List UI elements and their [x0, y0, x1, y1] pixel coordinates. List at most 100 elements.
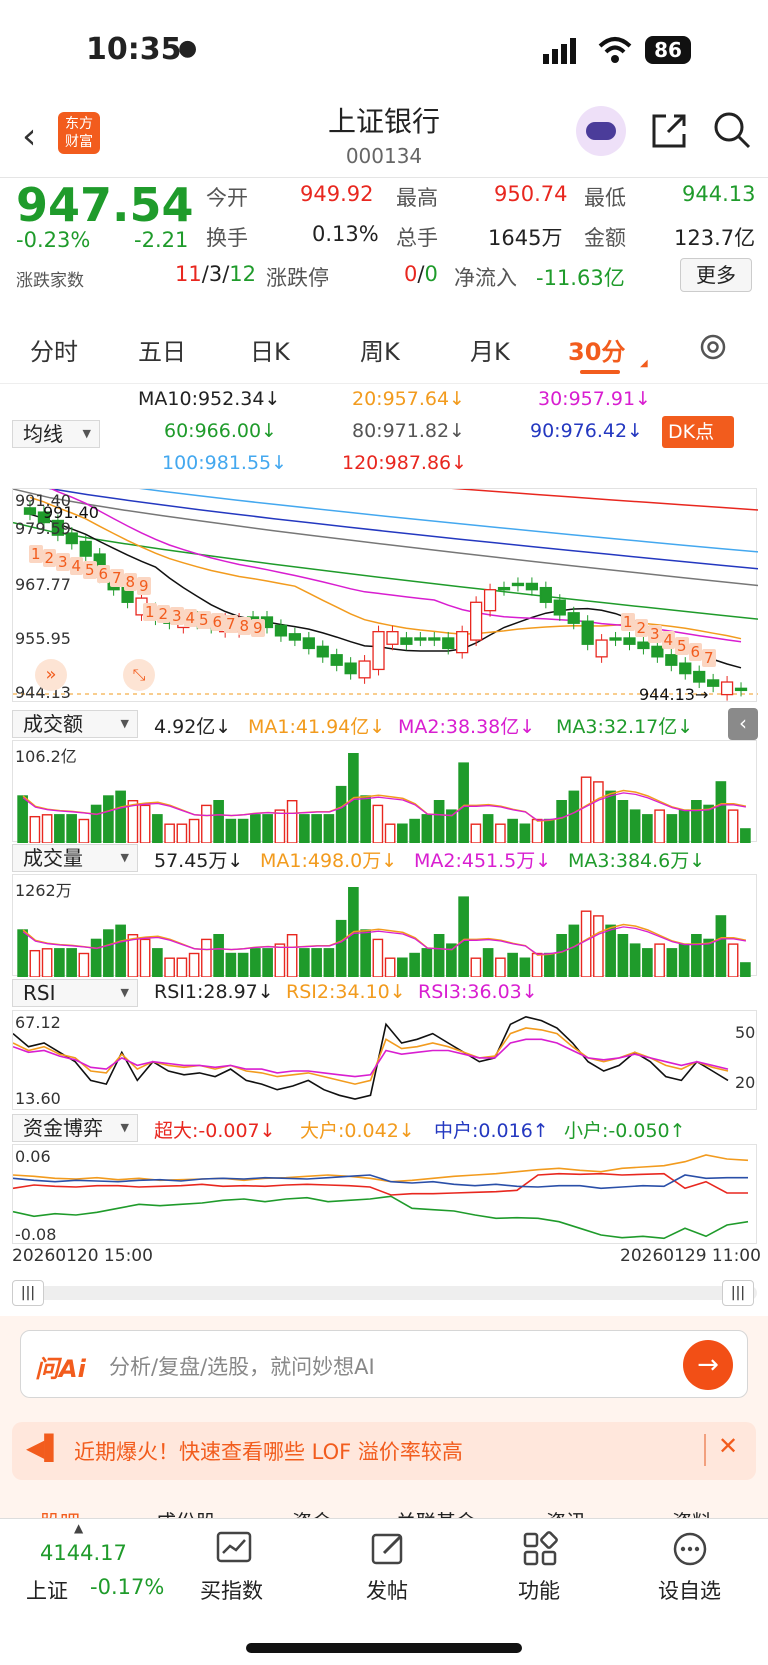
volume-bar [323, 948, 335, 977]
amount-bar [482, 814, 494, 843]
ma-legend: MA10:952.34↓ 20:957.64↓ 30:957.91↓ 均线 ▼ 6… [0, 384, 768, 484]
fund-ymin: -0.08 [15, 1225, 57, 1244]
sequence-label-b: 7 [224, 615, 238, 633]
rsi-svg [13, 1015, 729, 1100]
volume-bar [115, 924, 126, 977]
scroll-handle-right[interactable]: ||| [722, 1280, 754, 1306]
promo-banner[interactable]: ◀▌ 近期爆火！快速查看哪些 LOF 溢价率较高 ✕ [12, 1422, 756, 1480]
home-indicator [246, 1643, 522, 1653]
sequence-label-a: 1 [29, 545, 43, 563]
rsi3-value: RSI3:36.03↓ [418, 981, 538, 1003]
candle [497, 586, 511, 591]
settings-icon[interactable] [698, 332, 728, 362]
high-value: 950.74 [494, 182, 568, 206]
add-watchlist-label[interactable]: 设自选 [658, 1575, 721, 1605]
amount-bar [568, 790, 580, 843]
ai-search-bar[interactable]: 问Ai 分析/复盘/选股，就问妙想AI → [20, 1330, 748, 1398]
rsi-level-50: 50 [735, 1023, 756, 1042]
volume-bar [482, 948, 494, 977]
volume-select-label: 成交量 [23, 846, 83, 870]
date-end: 20260129 11:00 [620, 1246, 761, 1266]
person-icon: ● [178, 36, 198, 61]
more-dots-icon[interactable] [672, 1531, 708, 1567]
volume-select[interactable]: 成交量 ▼ [12, 844, 138, 872]
tab-dropdown-icon: ◢ [640, 358, 648, 369]
subtab-news[interactable]: 资讯 [546, 1506, 586, 1518]
sequence-label-b: 6 [210, 613, 225, 631]
close-icon[interactable]: ✕ [718, 1432, 738, 1460]
chart-scrollbar[interactable] [12, 1286, 757, 1300]
bottom-tab-bar: ▲ 4144.17 上证 -0.17% 买指数 发帖 功能 设自选 [0, 1518, 768, 1665]
y-tick-3: 967.77 [15, 575, 71, 594]
amount-bar [152, 814, 163, 843]
buy-index-label[interactable]: 买指数 [200, 1575, 263, 1605]
sequence-label-c: 3 [648, 625, 662, 643]
arrow-right-icon[interactable]: → [683, 1340, 733, 1390]
zoom-icon[interactable]: ⤡ [123, 659, 155, 691]
expand-left-icon[interactable]: » [35, 659, 67, 691]
grid-icon[interactable] [522, 1531, 558, 1567]
subtab-related-funds[interactable]: 关联基金 [396, 1506, 476, 1518]
sequence-label-c: 5 [675, 637, 689, 655]
candle [274, 624, 288, 637]
fund-select[interactable]: 资金博弈 ▼ [12, 1114, 138, 1142]
dk-point-button[interactable]: DK点 [662, 416, 734, 448]
chart-icon[interactable] [216, 1531, 252, 1567]
tab-intraday[interactable]: 分时 [30, 332, 78, 367]
index-name: 上证 [26, 1579, 68, 1603]
ma80-value: 80:971.82↓ [352, 420, 465, 442]
limit-values: 0/0 [404, 262, 438, 286]
functions-label[interactable]: 功能 [518, 1575, 560, 1605]
kline-chart[interactable]: 991.40 979.59 967.77 955.95 944.13 991.4… [12, 488, 758, 704]
tab-weekly-k[interactable]: 周K [360, 332, 400, 367]
rsi-select[interactable]: RSI ▼ [12, 979, 138, 1007]
subtab-fund[interactable]: 资金 [292, 1506, 332, 1518]
amount-bar [421, 814, 433, 843]
volume-svg [17, 886, 751, 977]
collapse-panel-icon[interactable]: ‹ [728, 708, 758, 740]
amount-ma1: MA1:41.94亿↓ [248, 716, 386, 738]
tab-five-day[interactable]: 五日 [138, 332, 186, 367]
rsi-select-label: RSI [23, 981, 56, 1005]
index-value[interactable]: 4144.17 [40, 1541, 127, 1565]
sequence-label-a: 4 [69, 557, 84, 575]
turnover-label: 换手 [206, 226, 248, 250]
subtab-components[interactable]: 成份股 [156, 1506, 216, 1518]
tab-daily-k[interactable]: 日K [250, 332, 290, 367]
candle [483, 589, 497, 612]
subtab-profile[interactable]: 资料 [672, 1506, 712, 1518]
ai-robot-icon[interactable] [576, 106, 626, 156]
ma100-value: 100:981.55↓ [162, 452, 288, 474]
volume-bar [642, 948, 653, 977]
volume-bar [740, 962, 751, 977]
amount-bar [678, 809, 690, 843]
scroll-handle-left[interactable]: ||| [12, 1280, 44, 1306]
volume-bar [617, 934, 629, 977]
search-icon[interactable] [712, 110, 752, 150]
more-button[interactable]: 更多 [680, 258, 752, 292]
volume-bar [188, 952, 200, 977]
volume-bar [544, 952, 555, 977]
period-tabs: 分时 五日 日K 周K 月K 30分 ◢ [0, 314, 768, 384]
volume-bar [397, 957, 408, 977]
volume-bar [29, 949, 41, 977]
amount-bar [740, 828, 751, 843]
ma60-line [13, 521, 758, 620]
post-label[interactable]: 发帖 [366, 1575, 408, 1605]
limit-down: 0 [424, 262, 438, 286]
volume-bar [715, 915, 727, 977]
subtab-guba[interactable]: 股吧 [40, 1506, 80, 1518]
sequence-label-c: 4 [661, 631, 676, 649]
amount-bar [323, 814, 335, 843]
sequence-label-a: 8 [123, 573, 138, 591]
amount-bar [544, 818, 555, 843]
amount-select[interactable]: 成交额 ▼ [12, 710, 138, 738]
volume-bar [458, 896, 469, 977]
edit-icon[interactable] [370, 1531, 406, 1567]
ma120-value: 120:987.86↓ [342, 452, 468, 474]
tab-monthly-k[interactable]: 月K [470, 332, 510, 367]
share-icon[interactable] [650, 112, 688, 150]
ma-select[interactable]: 均线 ▼ [12, 420, 100, 448]
tab-30min[interactable]: 30分 [568, 332, 625, 367]
amount-bar [29, 815, 41, 843]
